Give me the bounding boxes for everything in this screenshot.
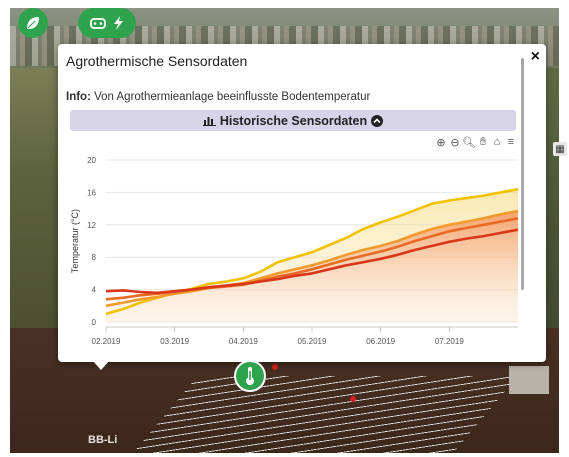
y-tick-label: 8: [92, 253, 97, 262]
x-tick-label: 02.2019: [92, 337, 121, 346]
y-axis-label: Temperatur (°C): [70, 209, 80, 273]
zoom-out-icon[interactable]: ⊖: [450, 136, 460, 149]
x-tick-label: 07.2019: [435, 337, 464, 346]
x-tick-label: 03.2019: [160, 337, 189, 346]
y-tick-label: 0: [92, 318, 97, 327]
thermometer-icon: [246, 367, 254, 385]
chart-toolbar: ⊕ ⊖ 🔍︎ ✋︎ ⌂ ≡: [436, 136, 516, 149]
plug-icon: [90, 18, 106, 29]
energy-button[interactable]: [78, 8, 136, 38]
x-tick-label: 04.2019: [229, 337, 258, 346]
sensor-popup: Agrothermische Sensordaten × Info: Von A…: [58, 44, 546, 362]
home-icon[interactable]: ⌂: [492, 136, 502, 148]
grid-icon[interactable]: ▦: [553, 142, 567, 156]
historical-data-toggle[interactable]: Historische Sensordaten: [70, 110, 516, 131]
popup-title: Agrothermische Sensordaten: [66, 53, 248, 69]
bar-chart-icon: [202, 117, 216, 126]
menu-icon[interactable]: ≡: [506, 136, 516, 148]
y-tick-label: 16: [87, 188, 96, 197]
thermometer-marker[interactable]: [234, 360, 266, 392]
x-tick-label: 05.2019: [298, 337, 327, 346]
x-tick-label: 06.2019: [366, 337, 395, 346]
map-sensor-point[interactable]: [272, 364, 278, 370]
map-building: [509, 366, 549, 394]
popup-info: Info: Von Agrothermieanlage beeinflusste…: [66, 91, 370, 103]
leaf-icon: [27, 17, 39, 29]
popup-pointer: [92, 360, 110, 370]
map-sensor-point[interactable]: [350, 396, 356, 402]
magnifier-icon[interactable]: 🔍︎: [462, 136, 476, 149]
lightning-icon: [114, 16, 123, 30]
y-tick-label: 20: [87, 156, 96, 165]
temperature-chart: 0 4 8 12 16 20 Temperatur (°C) 02.2019 03.2019 04…: [70, 156, 519, 346]
info-text: Von Agrothermieanlage beeinflusste Boden…: [94, 91, 371, 103]
zoom-in-icon[interactable]: ⊕: [436, 136, 446, 149]
hand-icon[interactable]: ✋︎: [478, 136, 488, 148]
y-tick-label: 4: [92, 286, 97, 295]
y-tick-label: 12: [87, 221, 96, 230]
chevron-up-circle-icon: [371, 114, 384, 127]
history-button-label: Historische Sensordaten: [219, 113, 368, 128]
info-label: Info:: [66, 91, 91, 103]
map-field-label: BB-Li: [88, 434, 118, 446]
leaf-button[interactable]: [18, 8, 48, 38]
close-icon[interactable]: ×: [531, 48, 540, 66]
